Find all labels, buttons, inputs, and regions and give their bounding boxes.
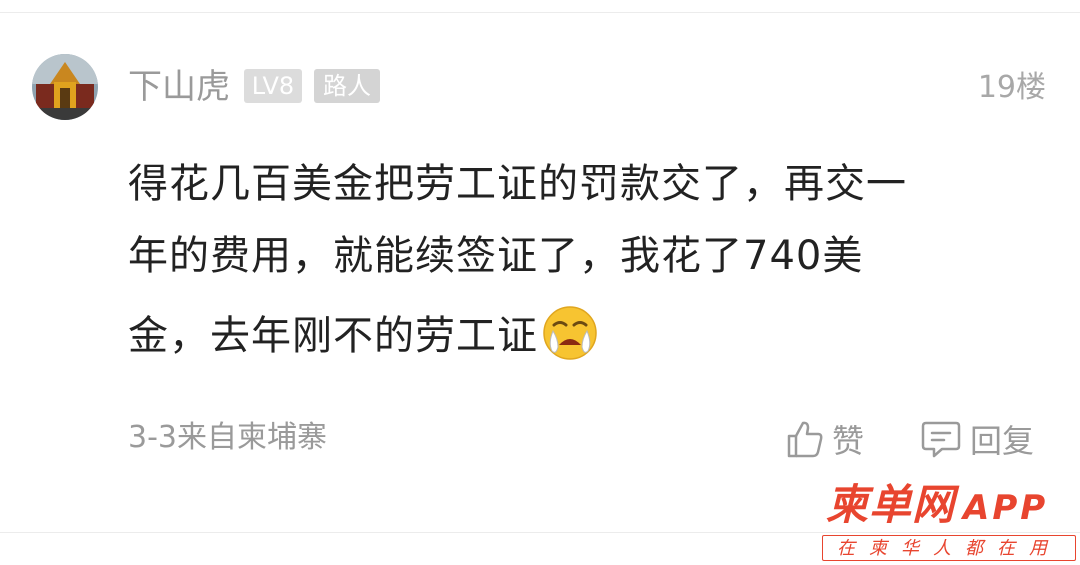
user-avatar[interactable] (32, 54, 98, 120)
watermark-logo: 柬单网 APP (826, 480, 1048, 533)
top-divider (0, 12, 1080, 13)
username[interactable]: 下山虎 (128, 64, 230, 110)
comment-line: 年的费用，就能续签证了，我花了740美 (128, 233, 864, 279)
watermark-title: 柬单网 (826, 480, 956, 529)
watermark-slogan: 在柬华人都在用 (822, 535, 1076, 561)
reply-label: 回复 (970, 422, 1035, 460)
thumbs-up-icon (787, 421, 823, 458)
reply-button[interactable]: 回复 (920, 416, 1034, 462)
floor-number: 19楼 (977, 70, 1046, 105)
crying-emoji-icon (543, 306, 597, 360)
like-button[interactable]: 赞 (786, 416, 864, 462)
role-badge: 路人 (314, 69, 380, 103)
level-badge: LV8 (244, 69, 302, 103)
comment-meta: 3-3来自柬埔寨 (128, 420, 327, 455)
like-label: 赞 (832, 422, 865, 460)
comment-content: 得花几百美金把劳工证的罚款交了，再交一 年的费用，就能续签证了，我花了740美 … (128, 148, 1028, 372)
comment-line-last: 金，去年刚不的劳工证 (128, 300, 1028, 372)
avatar-image (32, 54, 98, 120)
comment-screen: 下山虎 LV8 路人 19楼 得花几百美金把劳工证的罚款交了，再交一 年的费用，… (0, 0, 1080, 565)
comment-line: 得花几百美金把劳工证的罚款交了，再交一 (128, 161, 907, 207)
watermark-app: APP (963, 488, 1049, 528)
comment-bubble-icon (921, 421, 961, 458)
comment-line-text: 金，去年刚不的劳工证 (128, 313, 538, 359)
